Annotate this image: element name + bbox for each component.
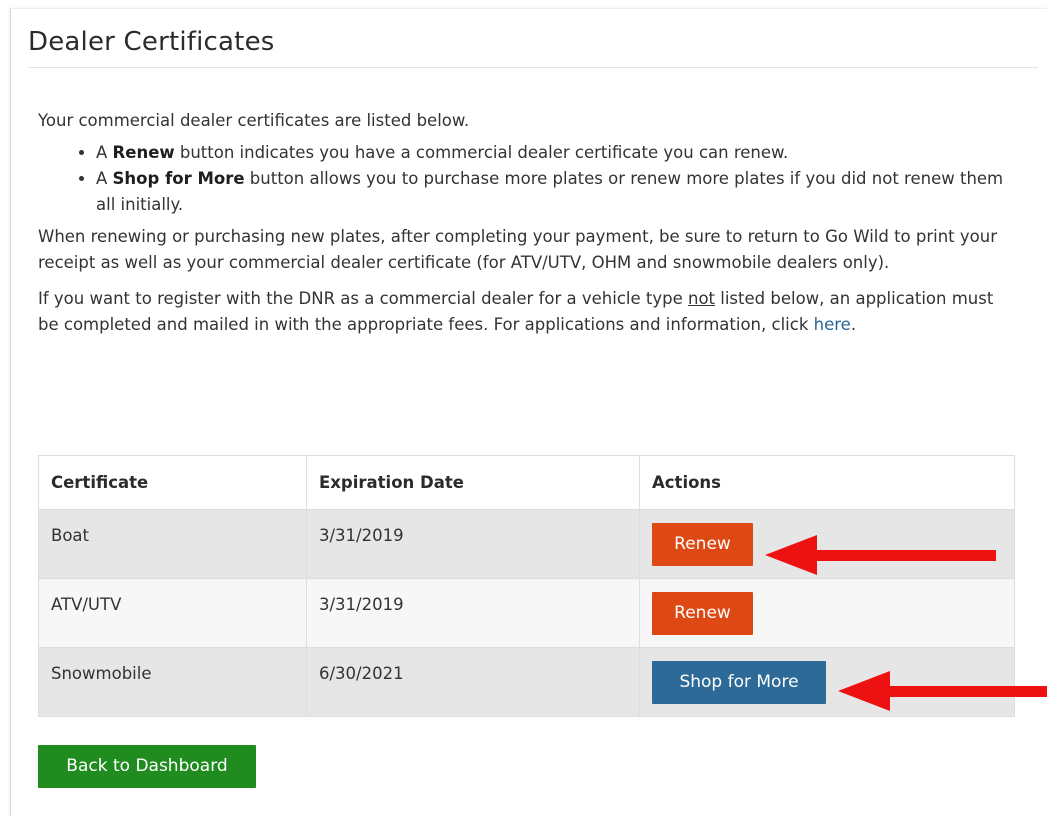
applications-link[interactable]: here xyxy=(814,315,851,334)
expiration-cell: 3/31/2019 xyxy=(306,578,640,648)
register-note-after: . xyxy=(850,315,857,334)
arrow-head xyxy=(765,535,817,575)
instruction-list: A Renew button indicates you have a comm… xyxy=(38,140,1013,218)
intro-text: Your commercial dealer certificates are … xyxy=(38,111,470,130)
header-actions: Actions xyxy=(639,455,1015,510)
certificate-cell: Boat xyxy=(38,509,307,579)
bullet-shop: A Shop for More button allows you to pur… xyxy=(96,166,1013,218)
register-note: If you want to register with the DNR as … xyxy=(38,286,1013,338)
register-note-before: If you want to register with the DNR as … xyxy=(38,289,688,308)
expiration-cell: 3/31/2019 xyxy=(306,509,640,579)
annotation-arrow-renew xyxy=(765,535,996,575)
page-title: Dealer Certificates xyxy=(28,27,275,57)
bullet-renew: A Renew button indicates you have a comm… xyxy=(96,140,1013,166)
table-header-row: Certificate Expiration Date Actions xyxy=(38,455,1015,510)
bullet-renew-bold: Renew xyxy=(112,143,175,162)
bullet-renew-text: button indicates you have a commercial d… xyxy=(174,143,789,162)
certificate-cell: Snowmobile xyxy=(38,647,307,717)
header-expiration-date: Expiration Date xyxy=(306,455,640,510)
bullet-renew-prefix: A xyxy=(96,143,113,162)
header-certificate: Certificate xyxy=(38,455,307,510)
shop-for-more-button[interactable]: Shop for More xyxy=(652,661,826,704)
bullet-shop-bold: Shop for More xyxy=(112,169,245,188)
bullet-shop-prefix: A xyxy=(96,169,113,188)
expiration-cell: 6/30/2021 xyxy=(306,647,640,717)
back-to-dashboard-button[interactable]: Back to Dashboard xyxy=(38,745,256,788)
renew-atv-utv-button[interactable]: Renew xyxy=(652,592,753,635)
annotation-arrow-shop xyxy=(838,671,1047,711)
certificate-cell: ATV/UTV xyxy=(38,578,307,648)
arrow-shaft xyxy=(813,550,996,561)
arrow-head xyxy=(838,671,890,711)
actions-cell: Renew xyxy=(639,578,1015,648)
register-note-not: not xyxy=(687,289,716,308)
table-row: ATV/UTV 3/31/2019 Renew xyxy=(38,578,1015,648)
renew-boat-button[interactable]: Renew xyxy=(652,523,753,566)
arrow-shaft xyxy=(886,686,1047,697)
instructions: Your commercial dealer certificates are … xyxy=(38,108,1013,338)
title-divider xyxy=(28,67,1038,68)
renewing-note: When renewing or purchasing new plates, … xyxy=(38,227,997,272)
